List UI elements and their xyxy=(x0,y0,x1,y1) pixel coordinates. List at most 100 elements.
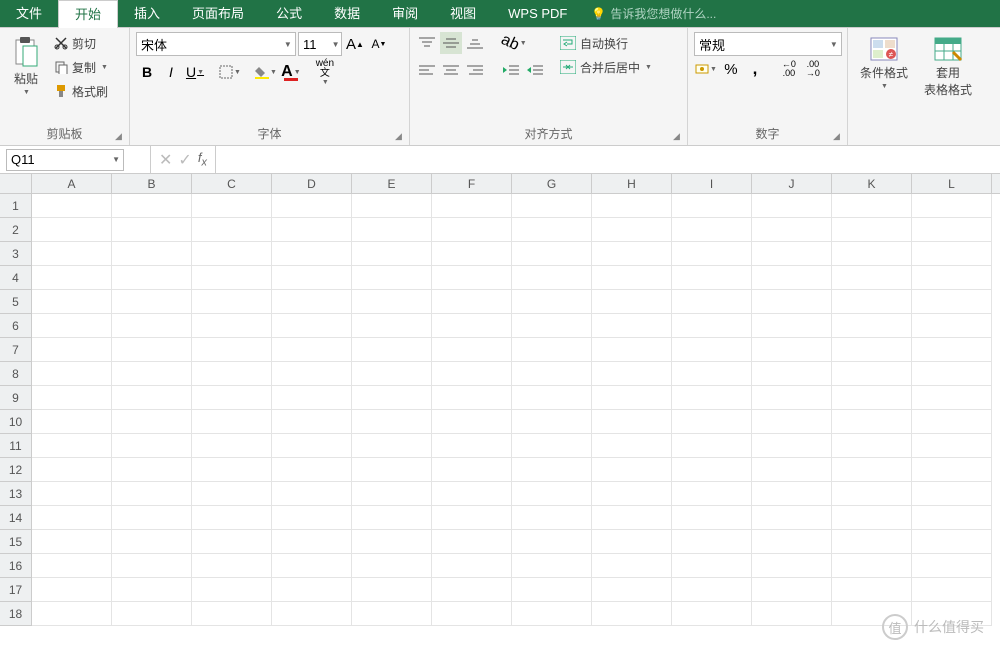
cell[interactable] xyxy=(432,530,512,554)
cell[interactable] xyxy=(112,578,192,602)
cell[interactable] xyxy=(832,386,912,410)
cell[interactable] xyxy=(912,362,992,386)
cell[interactable] xyxy=(272,290,352,314)
row-header[interactable]: 8 xyxy=(0,362,32,386)
cell[interactable] xyxy=(912,530,992,554)
cell[interactable] xyxy=(352,578,432,602)
col-header[interactable]: L xyxy=(912,174,992,193)
cell[interactable] xyxy=(352,602,432,626)
cancel-icon[interactable]: ✕ xyxy=(159,150,172,170)
cell[interactable] xyxy=(112,194,192,218)
cell[interactable] xyxy=(672,266,752,290)
align-left-button[interactable] xyxy=(416,59,438,81)
cell[interactable] xyxy=(432,554,512,578)
italic-button[interactable]: I xyxy=(160,61,182,83)
cell[interactable] xyxy=(912,554,992,578)
tab-formula[interactable]: 公式 xyxy=(260,0,318,27)
cell[interactable] xyxy=(32,506,112,530)
cell[interactable] xyxy=(672,218,752,242)
cell[interactable] xyxy=(352,506,432,530)
tab-review[interactable]: 审阅 xyxy=(376,0,434,27)
align-bottom-button[interactable] xyxy=(464,32,486,54)
cell[interactable] xyxy=(432,362,512,386)
cell[interactable] xyxy=(32,482,112,506)
chevron-down-icon[interactable]: ▼ xyxy=(827,40,841,49)
cell[interactable] xyxy=(512,314,592,338)
increase-indent-button[interactable] xyxy=(524,59,546,81)
cell[interactable] xyxy=(912,482,992,506)
font-size-input[interactable] xyxy=(299,37,330,52)
cell[interactable] xyxy=(32,218,112,242)
table-format-button[interactable]: 套用 表格格式 xyxy=(918,32,978,102)
cell[interactable] xyxy=(272,410,352,434)
cell[interactable] xyxy=(192,242,272,266)
row-header[interactable]: 17 xyxy=(0,578,32,602)
cell[interactable] xyxy=(112,458,192,482)
cell[interactable] xyxy=(752,578,832,602)
cell[interactable] xyxy=(352,386,432,410)
row-header[interactable]: 13 xyxy=(0,482,32,506)
cell[interactable] xyxy=(192,578,272,602)
cell[interactable] xyxy=(752,338,832,362)
cell[interactable] xyxy=(512,602,592,626)
cell[interactable] xyxy=(112,338,192,362)
align-middle-button[interactable] xyxy=(440,32,462,54)
cell[interactable] xyxy=(432,266,512,290)
row-header[interactable]: 18 xyxy=(0,602,32,626)
cell[interactable] xyxy=(512,290,592,314)
cell[interactable] xyxy=(832,314,912,338)
cell[interactable] xyxy=(32,194,112,218)
cell[interactable] xyxy=(752,218,832,242)
cell[interactable] xyxy=(272,242,352,266)
cell[interactable] xyxy=(272,218,352,242)
tab-file[interactable]: 文件 xyxy=(0,0,58,27)
cell[interactable] xyxy=(592,314,672,338)
row-header[interactable]: 15 xyxy=(0,530,32,554)
col-header[interactable]: J xyxy=(752,174,832,193)
cell[interactable] xyxy=(672,290,752,314)
name-box-input[interactable] xyxy=(7,152,109,167)
cell[interactable] xyxy=(192,338,272,362)
cell[interactable] xyxy=(352,314,432,338)
cell[interactable] xyxy=(432,458,512,482)
cell[interactable] xyxy=(112,290,192,314)
cell[interactable] xyxy=(912,386,992,410)
merge-center-button[interactable]: 合并后居中 ▼ xyxy=(556,56,656,78)
cell[interactable] xyxy=(32,242,112,266)
cell[interactable] xyxy=(352,530,432,554)
cell[interactable] xyxy=(752,410,832,434)
cell[interactable] xyxy=(352,554,432,578)
font-name-combo[interactable]: ▼ xyxy=(136,32,296,56)
row-header[interactable]: 6 xyxy=(0,314,32,338)
formula-input[interactable] xyxy=(215,146,1000,173)
cell[interactable] xyxy=(512,410,592,434)
cell[interactable] xyxy=(432,482,512,506)
tab-insert[interactable]: 插入 xyxy=(118,0,176,27)
cell[interactable] xyxy=(592,434,672,458)
cell[interactable] xyxy=(192,482,272,506)
cell[interactable] xyxy=(912,218,992,242)
cell[interactable] xyxy=(592,458,672,482)
cell[interactable] xyxy=(512,482,592,506)
decrease-font-button[interactable]: A▼ xyxy=(368,33,390,55)
cell[interactable] xyxy=(432,434,512,458)
row-header[interactable]: 4 xyxy=(0,266,32,290)
cell[interactable] xyxy=(912,266,992,290)
cell[interactable] xyxy=(752,314,832,338)
cell[interactable] xyxy=(112,218,192,242)
cell[interactable] xyxy=(592,386,672,410)
cell[interactable] xyxy=(272,434,352,458)
row-header[interactable]: 2 xyxy=(0,218,32,242)
cell[interactable] xyxy=(32,386,112,410)
cell[interactable] xyxy=(272,194,352,218)
row-header[interactable]: 12 xyxy=(0,458,32,482)
cell[interactable] xyxy=(192,194,272,218)
col-header[interactable]: E xyxy=(352,174,432,193)
tab-home[interactable]: 开始 xyxy=(58,0,118,28)
align-center-button[interactable] xyxy=(440,59,462,81)
cell[interactable] xyxy=(192,506,272,530)
cell[interactable] xyxy=(32,602,112,626)
cell[interactable] xyxy=(672,410,752,434)
cell[interactable] xyxy=(672,338,752,362)
cell[interactable] xyxy=(432,314,512,338)
